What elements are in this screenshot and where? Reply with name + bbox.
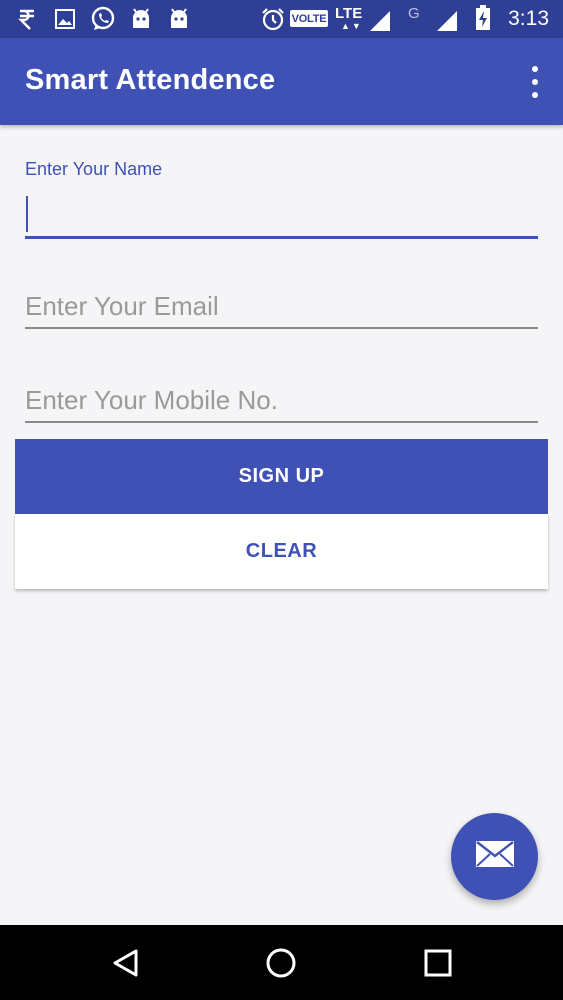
data-activity-icon: ▲▼: [341, 21, 363, 31]
mobile-field: [25, 379, 538, 423]
app-bar: Smart Attendence: [0, 38, 563, 125]
navigation-bar: [0, 925, 563, 1000]
alarm-icon: [261, 6, 285, 32]
mobile-input[interactable]: [25, 379, 538, 421]
name-underline: [25, 236, 538, 239]
clear-button[interactable]: CLEAR: [15, 514, 548, 589]
signal-icon: [369, 8, 391, 34]
menu-dot: [532, 92, 538, 98]
app-title: Smart Attendence: [25, 64, 276, 96]
name-input[interactable]: [25, 192, 538, 236]
mobile-underline: [25, 421, 538, 423]
whatsapp-icon: [90, 6, 116, 32]
lte-label: LTE: [335, 5, 363, 22]
volte-badge: VOLTE: [290, 10, 328, 27]
name-field-label: Enter Your Name: [25, 159, 163, 179]
recents-icon[interactable]: [418, 943, 458, 983]
battery-charging-icon: [475, 5, 491, 31]
image-icon: [55, 6, 75, 32]
more-vert-icon[interactable]: [529, 66, 541, 98]
text-caret: [26, 196, 28, 232]
home-icon[interactable]: [261, 943, 301, 983]
signup-button[interactable]: SIGN UP: [15, 439, 548, 514]
mail-icon: [475, 840, 515, 873]
rupee-icon: [18, 6, 36, 32]
android-icon: [131, 6, 151, 32]
status-clock: 3:13: [508, 7, 549, 30]
menu-dot: [532, 79, 538, 85]
menu-dot: [532, 66, 538, 72]
network-g-label: G: [408, 5, 420, 22]
email-field: [25, 285, 538, 329]
mail-fab-button[interactable]: [451, 813, 538, 900]
email-underline: [25, 327, 538, 329]
back-icon[interactable]: [105, 943, 145, 983]
email-input[interactable]: [25, 285, 538, 327]
signal-icon: [436, 8, 458, 34]
android-icon: [169, 6, 189, 32]
status-bar: VOLTE LTE ▲▼ G 3:13: [0, 0, 563, 38]
name-field: Enter Your Name: [25, 159, 538, 239]
